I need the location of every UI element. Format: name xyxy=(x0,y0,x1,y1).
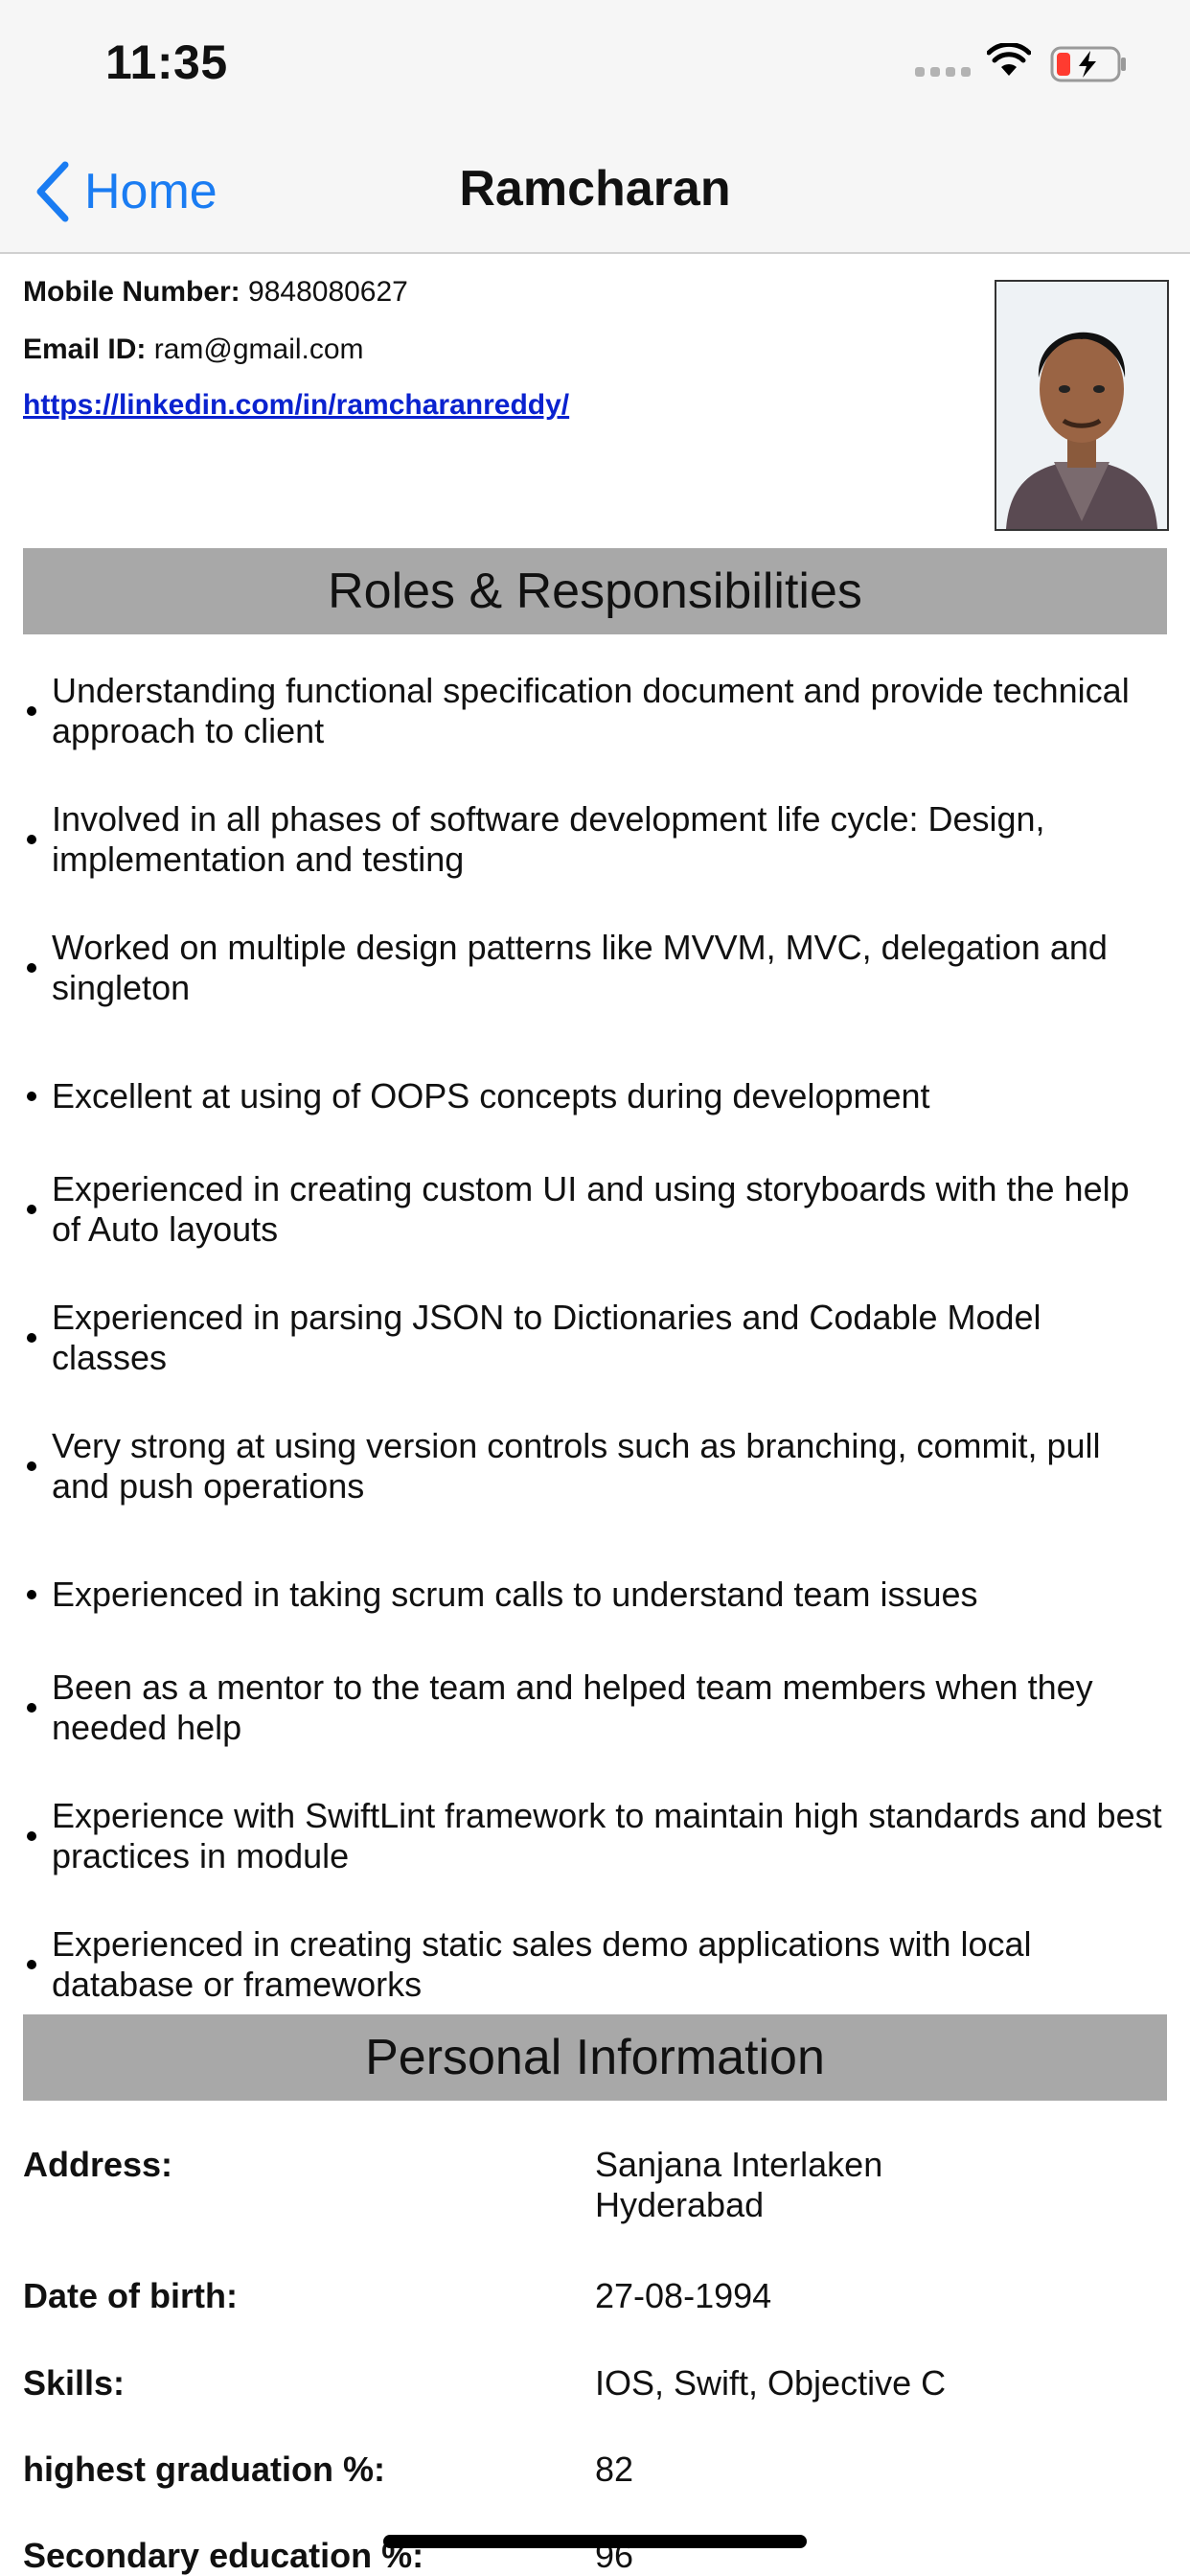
mobile-number: Mobile Number: 9848080627 xyxy=(23,276,408,309)
mobile-value: 9848080627 xyxy=(248,276,408,308)
bullet-icon xyxy=(27,1092,36,1101)
list-item: Understanding functional specification d… xyxy=(23,671,1167,751)
cellular-signal-icon xyxy=(915,67,971,77)
bullet-icon xyxy=(27,1703,36,1713)
bullet-icon xyxy=(27,835,36,844)
email-label: Email ID: xyxy=(23,334,147,365)
list-item: Experience with SwiftLint framework to m… xyxy=(23,1796,1167,1876)
bullet-icon xyxy=(27,1831,36,1841)
email: Email ID: ram@gmail.com xyxy=(23,334,364,366)
info-label: Secondary education %: xyxy=(23,2536,424,2575)
bullet-icon xyxy=(27,706,36,716)
mobile-label: Mobile Number: xyxy=(23,276,240,308)
info-label: Address: xyxy=(23,2145,173,2184)
bullet-icon xyxy=(27,1205,36,1214)
status-time: 11:35 xyxy=(105,35,228,89)
info-value: 82 xyxy=(595,2450,634,2489)
list-item: Involved in all phases of software devel… xyxy=(23,799,1167,880)
info-value: 27-08-1994 xyxy=(595,2276,772,2315)
info-label: highest graduation %: xyxy=(23,2450,385,2489)
list-item: Experienced in taking scrum calls to und… xyxy=(23,1554,1167,1635)
status-bar: 11:35 xyxy=(0,0,1190,129)
list-item: Experienced in creating static sales dem… xyxy=(23,1924,1167,2005)
profile-photo xyxy=(995,280,1169,531)
roles-section-header: Roles & Responsibilities xyxy=(23,548,1167,634)
info-label: Skills: xyxy=(23,2363,126,2403)
wifi-icon xyxy=(987,43,1031,76)
list-item: Experienced in parsing JSON to Dictionar… xyxy=(23,1298,1167,1378)
list-item: Very strong at using version controls su… xyxy=(23,1426,1167,1506)
list-item: Worked on multiple design patterns like … xyxy=(23,928,1167,1008)
page-title: Ramcharan xyxy=(459,161,731,217)
bullet-icon xyxy=(27,963,36,973)
bullet-icon xyxy=(27,1333,36,1343)
bullet-icon xyxy=(27,1461,36,1471)
battery-charging-icon xyxy=(1050,46,1126,82)
linkedin-link[interactable]: https://linkedin.com/in/ramcharanreddy/ xyxy=(23,389,569,422)
list-item: Been as a mentor to the team and helped … xyxy=(23,1668,1167,1748)
home-indicator[interactable] xyxy=(383,2535,807,2548)
bullet-icon xyxy=(27,1960,36,1969)
list-item: Experienced in creating custom UI and us… xyxy=(23,1169,1167,1250)
list-item: Excellent at using of OOPS concepts duri… xyxy=(23,1056,1167,1137)
info-value: Sanjana Interlaken Hyderabad xyxy=(595,2145,883,2224)
info-label: Date of birth: xyxy=(23,2276,238,2315)
info-value: IOS, Swift, Objective C xyxy=(595,2363,947,2403)
email-value: ram@gmail.com xyxy=(153,334,364,365)
navigation-bar: Home Ramcharan xyxy=(0,129,1190,254)
bullet-icon xyxy=(27,1590,36,1599)
personal-info-section-header: Personal Information xyxy=(23,2014,1167,2101)
